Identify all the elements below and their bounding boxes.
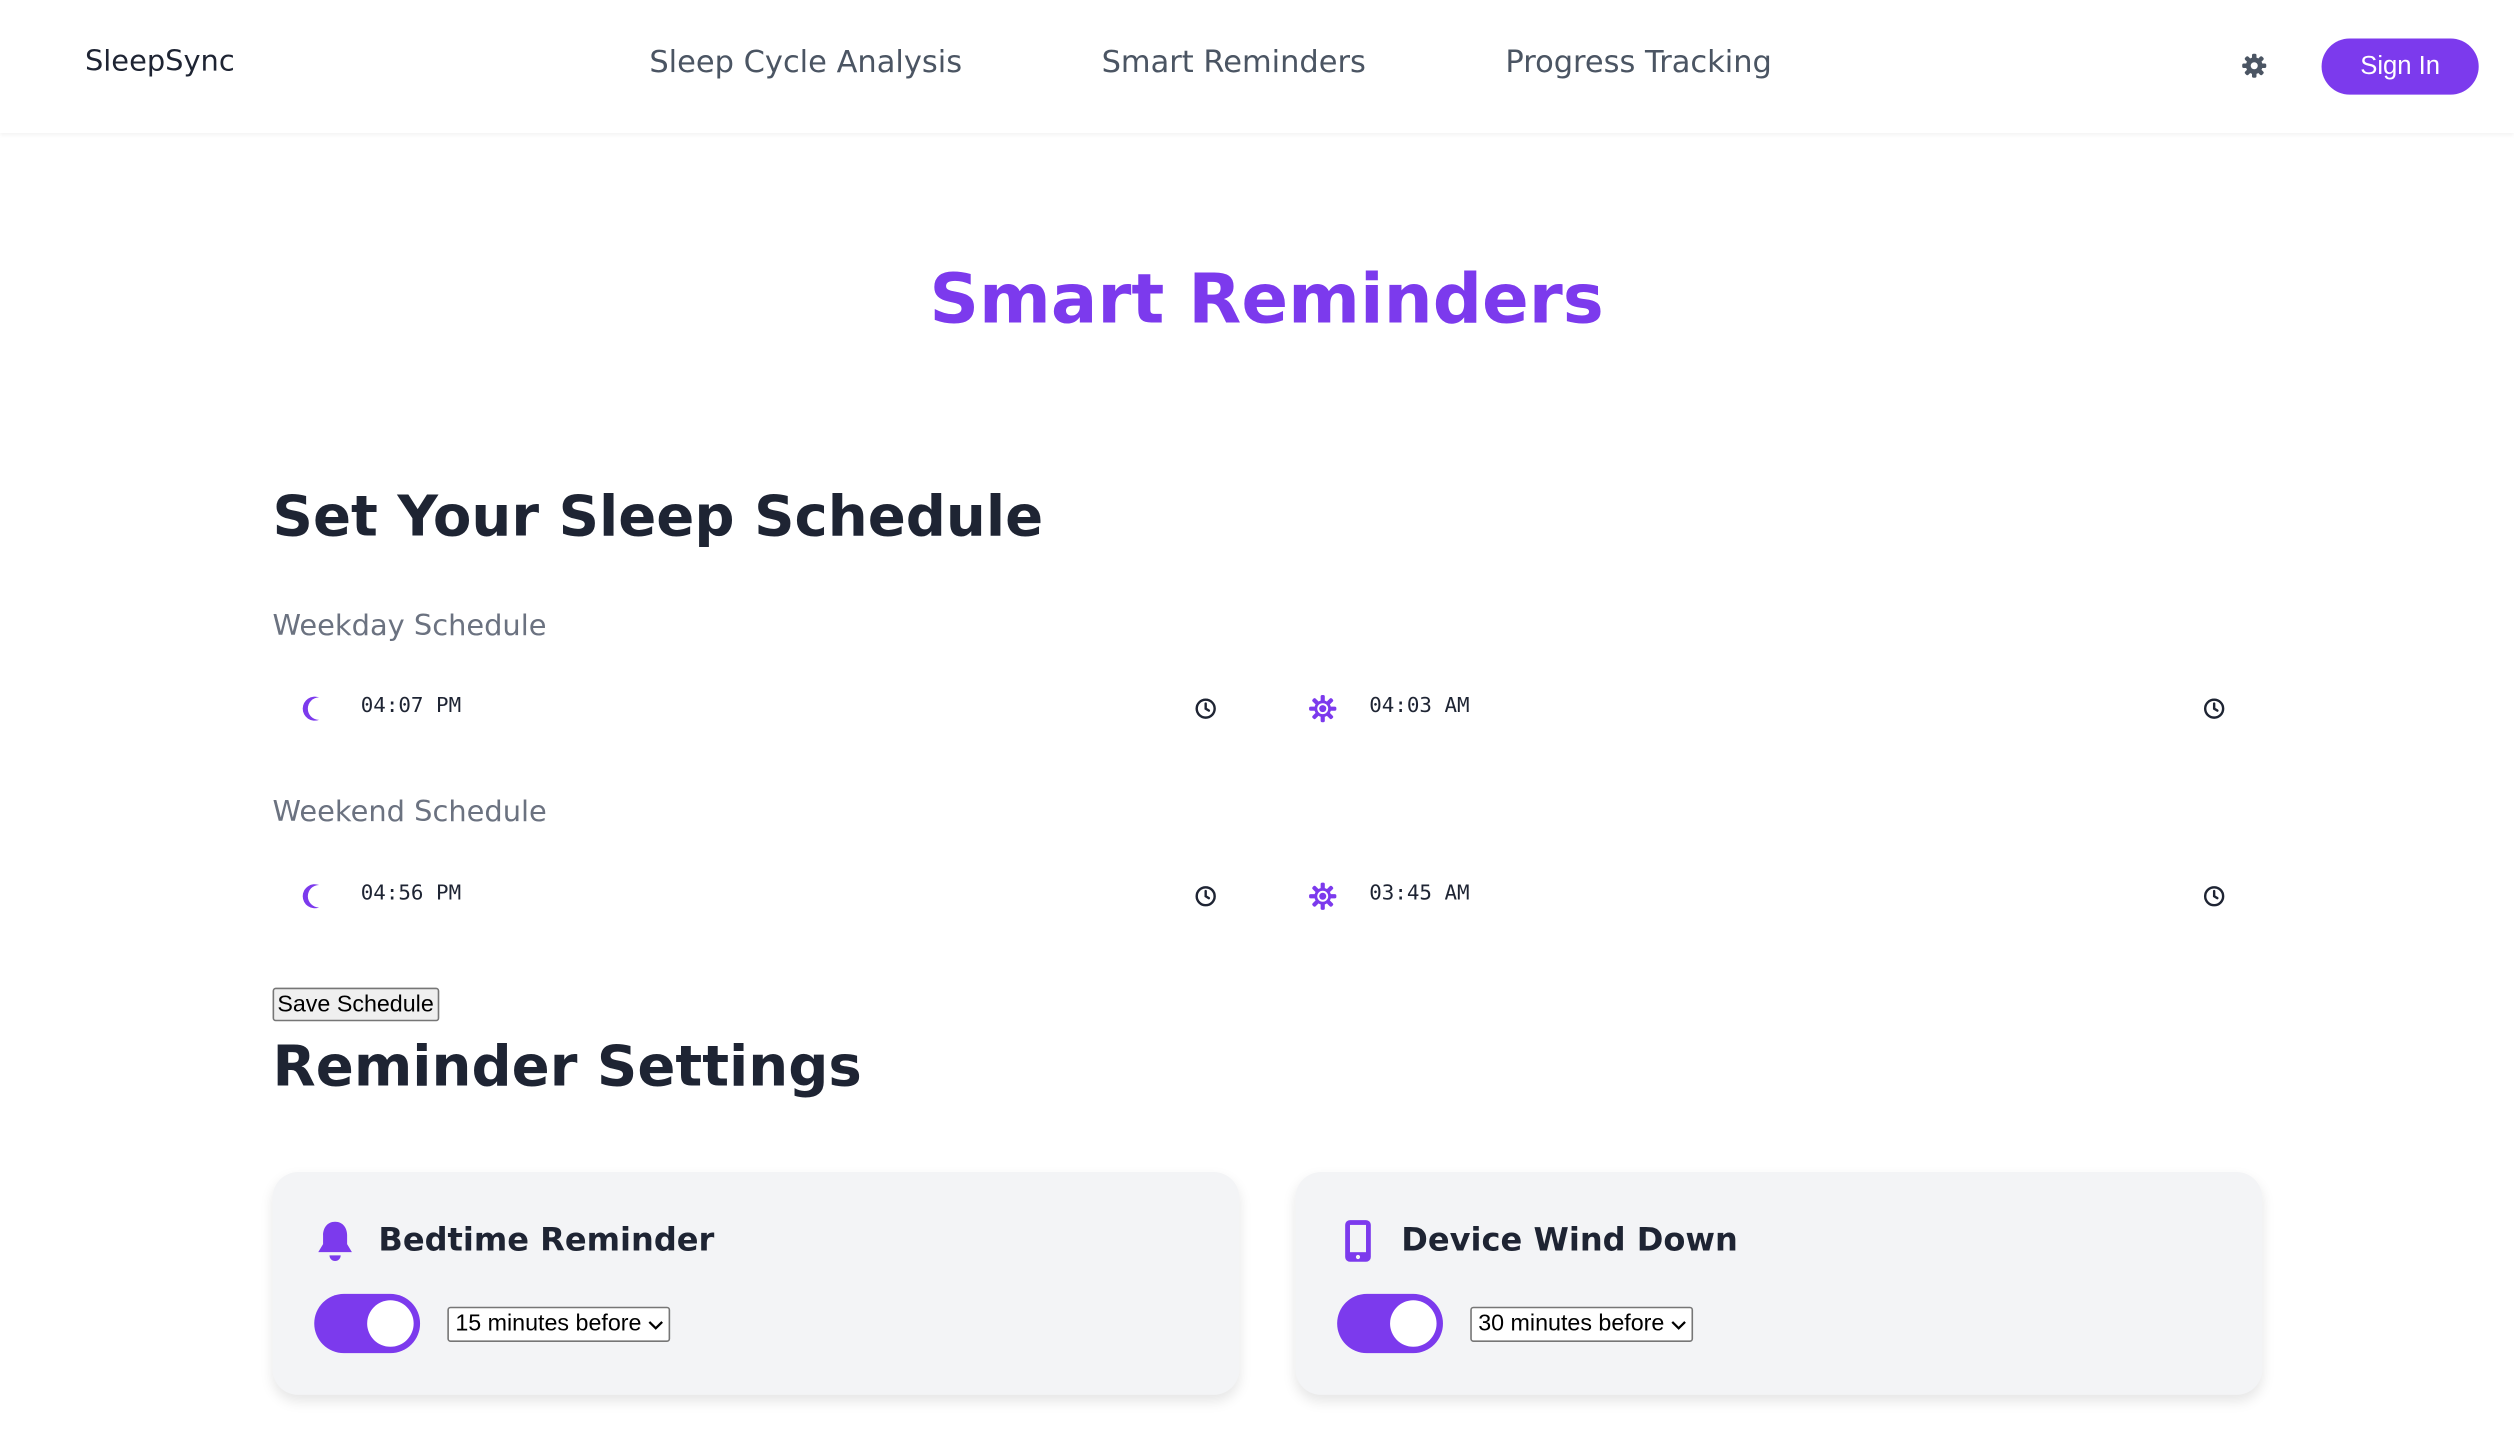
settings-button[interactable] — [2238, 50, 2270, 82]
reminder-settings-title: Reminder Settings — [272, 1035, 862, 1100]
weekend-bedtime-input[interactable]: 04:56 PM — [273, 871, 1235, 922]
weekday-schedule-label: Weekday Schedule — [272, 609, 547, 643]
nav-link-progress-tracking[interactable]: Progress Tracking — [1505, 45, 1772, 80]
bedtime-reminder-selected: 15 minutes before — [455, 1311, 642, 1338]
save-schedule-button[interactable]: Save Schedule — [272, 987, 439, 1022]
clock-icon[interactable] — [1193, 883, 1219, 909]
top-nav: SleepSync Sleep Cycle Analysis Smart Rem… — [0, 0, 2514, 134]
device-wind-down-title: Device Wind Down — [1401, 1220, 1738, 1259]
device-wind-down-toggle[interactable] — [1337, 1293, 1443, 1354]
device-wind-down-card: Device Wind Down 30 minutes before — [1295, 1172, 2263, 1395]
chevron-down-icon — [648, 1320, 664, 1330]
moon-icon — [59, 48, 73, 75]
sun-icon — [1309, 882, 1337, 910]
toggle-knob — [367, 1300, 414, 1347]
bedtime-reminder-card: Bedtime Reminder 15 minutes before — [272, 1172, 1240, 1395]
weekend-schedule-label: Weekend Schedule — [272, 795, 547, 829]
nav-link-smart-reminders[interactable]: Smart Reminders — [1102, 45, 1366, 80]
clock-icon[interactable] — [2201, 883, 2227, 909]
clock-icon[interactable] — [2201, 696, 2227, 722]
page-title: Smart Reminders — [929, 259, 1604, 340]
bedtime-reminder-title: Bedtime Reminder — [378, 1220, 715, 1259]
toggle-knob — [1390, 1300, 1437, 1347]
weekday-bedtime-value: 04:07 PM — [360, 694, 462, 719]
device-wind-down-select[interactable]: 30 minutes before — [1470, 1306, 1694, 1342]
schedule-section-title: Set Your Sleep Schedule — [272, 485, 1044, 550]
gear-icon — [2242, 53, 2267, 78]
bell-icon — [318, 1221, 352, 1261]
nav-links: Sleep Cycle Analysis Smart Reminders Pro… — [649, 45, 1772, 80]
device-wind-down-selected: 30 minutes before — [1478, 1311, 1665, 1338]
chevron-down-icon — [1671, 1320, 1686, 1330]
bedtime-reminder-select[interactable]: 15 minutes before — [447, 1306, 671, 1342]
phone-icon — [1345, 1220, 1371, 1262]
clock-icon[interactable] — [1193, 696, 1219, 722]
weekday-wake-value: 04:03 AM — [1369, 694, 1470, 719]
weekend-bedtime-value: 04:56 PM — [360, 881, 462, 906]
weekend-wake-value: 03:45 AM — [1369, 881, 1470, 906]
weekday-wake-input[interactable]: 04:03 AM — [1281, 683, 2243, 734]
bedtime-reminder-toggle[interactable] — [314, 1293, 421, 1354]
sun-icon — [1309, 695, 1337, 723]
nav-link-sleep-cycle-analysis[interactable]: Sleep Cycle Analysis — [649, 45, 962, 80]
weekday-bedtime-input[interactable]: 04:07 PM — [273, 683, 1235, 734]
moon-icon — [302, 884, 320, 909]
sign-in-button[interactable]: Sign In — [2321, 38, 2479, 95]
logo-text: SleepSync — [84, 44, 235, 79]
logo[interactable]: SleepSync — [53, 45, 235, 79]
moon-icon — [302, 696, 320, 721]
weekend-wake-input[interactable]: 03:45 AM — [1281, 871, 2243, 922]
